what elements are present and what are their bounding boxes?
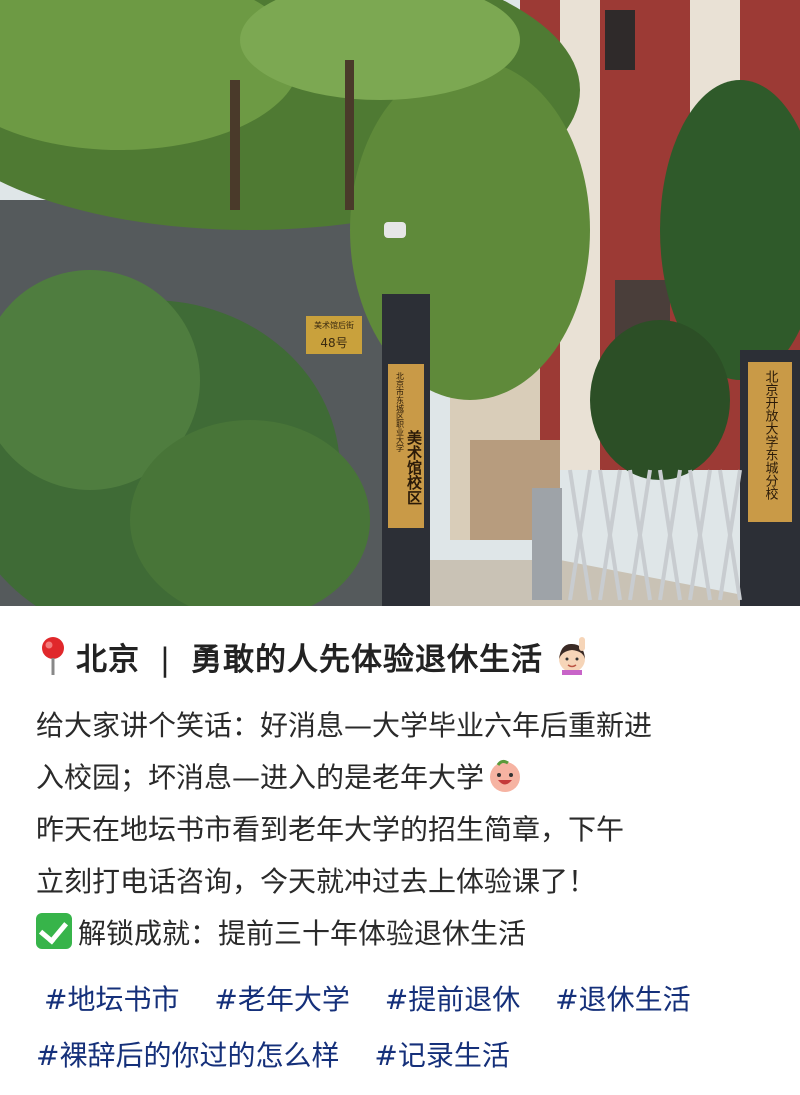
title-separator: | xyxy=(159,641,172,678)
post-location: 北京 xyxy=(76,641,140,678)
hashtag[interactable]: #记录生活 xyxy=(374,1028,509,1084)
right-sign: 北京开放大学东城分校 xyxy=(763,370,779,500)
post-photo[interactable]: 美术馆后街 48号 北京市东城区职业大学 美术馆校区 北京开放大学东城分校 xyxy=(0,0,800,606)
left-sign-small: 北京市东城区职业大学 xyxy=(396,372,405,452)
smiling-face-emoji xyxy=(488,758,522,792)
post-title-text: 勇敢的人先体验退休生活 xyxy=(191,641,544,678)
left-sign-main: 美术馆校区 xyxy=(405,429,423,505)
hashtag-list: #地坛书市 #老年大学 #提前退休 #退休生活 #裸辞后的你过的怎么样 #记录生… xyxy=(36,972,776,1084)
campus-gate-scene: 美术馆后街 48号 北京市东城区职业大学 美术馆校区 北京开放大学东城分校 xyxy=(0,0,800,606)
address-plate-number: 48号 xyxy=(320,336,347,350)
hashtag[interactable]: #老年大学 xyxy=(214,972,349,1028)
body-line-4: 立刻打电话咨询，今天就冲过去上体验课了！ xyxy=(36,865,597,898)
body-line-3: 昨天在地坛书市看到老年大学的招生简章，下午 xyxy=(36,813,625,846)
post-body: 给大家讲个笑话：好消息—大学毕业六年后重新进 入校园；坏消息—进入的是老年大学 … xyxy=(36,700,776,960)
body-line-1: 给大家讲个笑话：好消息—大学毕业六年后重新进 xyxy=(36,709,653,742)
body-line-2: 入校园；坏消息—进入的是老年大学 xyxy=(36,752,776,804)
hashtag[interactable]: #地坛书市 xyxy=(44,972,179,1028)
post-title-row: 北京 | 勇敢的人先体验退休生活 xyxy=(40,628,591,684)
hashtag[interactable]: #提前退休 xyxy=(385,972,520,1028)
hashtag[interactable]: #裸辞后的你过的怎么样 xyxy=(36,1028,339,1084)
address-plate-street: 美术馆后街 xyxy=(314,320,354,330)
body-line-5: 解锁成就：提前三十年体验退休生活 xyxy=(36,908,776,960)
body-line-5-text: 解锁成就：提前三十年体验退休生活 xyxy=(78,917,527,950)
check-mark-icon xyxy=(36,913,72,949)
body-line-2-text: 入校园；坏消息—进入的是老年大学 xyxy=(36,761,485,794)
woman-raising-hand-emoji xyxy=(553,637,591,675)
post-title: 北京 | 勇敢的人先体验退休生活 xyxy=(76,634,543,679)
hashtag[interactable]: #退休生活 xyxy=(555,972,690,1028)
location-pin-icon xyxy=(40,636,66,676)
